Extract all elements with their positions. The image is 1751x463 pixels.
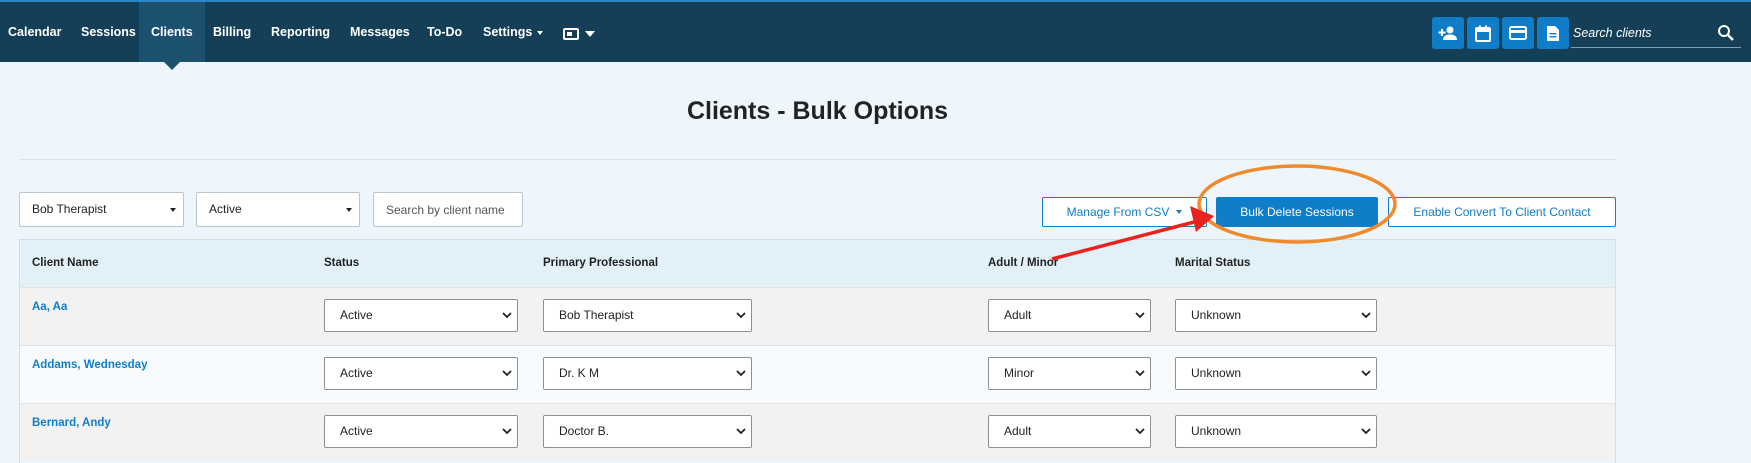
client-search	[1571, 20, 1741, 48]
status-filter-select[interactable]: Active	[196, 192, 360, 227]
nav-reporting[interactable]: Reporting	[271, 2, 330, 62]
nav-settings[interactable]: Settings	[483, 2, 544, 62]
row-professional-select[interactable]: Dr. K M	[543, 357, 752, 390]
table-row: Aa, Aa Active Bob Therapist Adult Unknow…	[20, 287, 1615, 345]
calendar-icon	[1475, 25, 1491, 42]
row-adult-minor-value: Minor	[1004, 366, 1035, 380]
chevron-down-icon	[736, 312, 746, 319]
professional-filter-value: Bob Therapist	[32, 202, 107, 216]
row-marital-select[interactable]: Unknown	[1175, 415, 1377, 448]
table-row: Addams, Wednesday Active Dr. K M Minor U…	[20, 345, 1615, 403]
nav-messages[interactable]: Messages	[350, 2, 410, 62]
row-adult-minor-select[interactable]: Minor	[988, 357, 1151, 390]
enable-convert-button[interactable]: Enable Convert To Client Contact	[1388, 197, 1616, 227]
manage-from-csv-button[interactable]: Manage From CSV	[1042, 197, 1207, 227]
chevron-down-icon	[1135, 312, 1145, 319]
bulk-delete-sessions-button[interactable]: Bulk Delete Sessions	[1216, 197, 1378, 227]
row-professional-value: Dr. K M	[559, 366, 600, 380]
chevron-down-icon	[1135, 370, 1145, 377]
chevron-down-icon	[502, 370, 512, 377]
chevron-down-icon	[537, 30, 544, 35]
add-client-button[interactable]	[1432, 17, 1464, 49]
row-adult-minor-select[interactable]: Adult	[988, 415, 1151, 448]
chevron-down-icon	[502, 312, 512, 319]
search-icon[interactable]	[1717, 24, 1735, 42]
row-professional-value: Doctor B.	[559, 424, 610, 438]
client-name-search-input[interactable]	[373, 192, 523, 227]
chevron-down-icon	[736, 428, 746, 435]
row-marital-value: Unknown	[1191, 424, 1242, 438]
table-header: Client Name Status Primary Professional …	[20, 240, 1615, 287]
row-status-value: Active	[340, 366, 373, 380]
row-status-select[interactable]: Active	[324, 357, 518, 390]
chevron-down-icon	[585, 31, 595, 37]
page-title: Clients - Bulk Options	[686, 97, 949, 125]
credit-card-icon	[1509, 26, 1527, 40]
row-marital-select[interactable]: Unknown	[1175, 357, 1377, 390]
enable-convert-label: Enable Convert To Client Contact	[1413, 205, 1591, 219]
document-button[interactable]	[1537, 17, 1569, 49]
nav-todo[interactable]: To-Do	[427, 2, 462, 62]
header-status[interactable]: Status	[324, 240, 359, 287]
manage-from-csv-label: Manage From CSV	[1066, 205, 1170, 219]
client-name-link[interactable]: Bernard, Andy	[32, 417, 111, 429]
row-status-value: Active	[340, 308, 373, 322]
chevron-down-icon	[1361, 428, 1371, 435]
view-toggle-dropdown[interactable]	[563, 24, 595, 44]
nav-billing[interactable]: Billing	[213, 2, 251, 62]
row-adult-minor-value: Adult	[1004, 424, 1032, 438]
table-row: Bernard, Andy Active Doctor B. Adult Unk…	[20, 403, 1615, 461]
nav-clients-label: Clients	[151, 25, 193, 39]
header-primary-professional[interactable]: Primary Professional	[543, 240, 658, 287]
nav-clients[interactable]: Clients	[139, 2, 205, 70]
nav-calendar[interactable]: Calendar	[8, 2, 62, 62]
row-status-select[interactable]: Active	[324, 415, 518, 448]
top-navbar: Calendar Sessions Clients Billing Report…	[0, 0, 1751, 70]
row-adult-minor-select[interactable]: Adult	[988, 299, 1151, 332]
document-icon	[1547, 25, 1559, 41]
status-filter-value: Active	[209, 202, 242, 216]
row-adult-minor-value: Adult	[1004, 308, 1032, 322]
chevron-down-icon	[1135, 428, 1145, 435]
header-adult-minor[interactable]: Adult / Minor	[988, 240, 1058, 287]
row-professional-select[interactable]: Bob Therapist	[543, 299, 752, 332]
chevron-down-icon	[1361, 312, 1371, 319]
row-marital-select[interactable]: Unknown	[1175, 299, 1377, 332]
chevron-down-icon	[736, 370, 746, 377]
row-status-value: Active	[340, 424, 373, 438]
calendar-button[interactable]	[1467, 17, 1499, 49]
nav-sessions[interactable]: Sessions	[81, 2, 136, 62]
view-toggle-icon	[563, 28, 579, 40]
row-marital-value: Unknown	[1191, 366, 1242, 380]
client-name-link[interactable]: Addams, Wednesday	[32, 359, 147, 371]
nav-settings-label: Settings	[483, 25, 533, 39]
row-professional-value: Bob Therapist	[559, 308, 634, 322]
chevron-down-icon	[1176, 210, 1183, 214]
header-marital-status[interactable]: Marital Status	[1175, 240, 1250, 287]
professional-filter-select[interactable]: Bob Therapist	[19, 192, 184, 227]
add-client-icon	[1438, 26, 1457, 40]
clients-table: Client Name Status Primary Professional …	[19, 239, 1616, 463]
chevron-down-icon	[1361, 370, 1371, 377]
row-marital-value: Unknown	[1191, 308, 1242, 322]
row-status-select[interactable]: Active	[324, 299, 518, 332]
divider	[19, 159, 1616, 160]
client-search-input[interactable]	[1571, 20, 1711, 46]
chevron-down-icon	[346, 208, 352, 212]
header-client-name[interactable]: Client Name	[32, 240, 98, 287]
row-professional-select[interactable]: Doctor B.	[543, 415, 752, 448]
chevron-down-icon	[502, 428, 512, 435]
billing-button[interactable]	[1502, 17, 1534, 49]
chevron-down-icon	[170, 208, 176, 212]
client-name-link[interactable]: Aa, Aa	[32, 301, 67, 313]
bulk-delete-sessions-label: Bulk Delete Sessions	[1240, 205, 1354, 219]
